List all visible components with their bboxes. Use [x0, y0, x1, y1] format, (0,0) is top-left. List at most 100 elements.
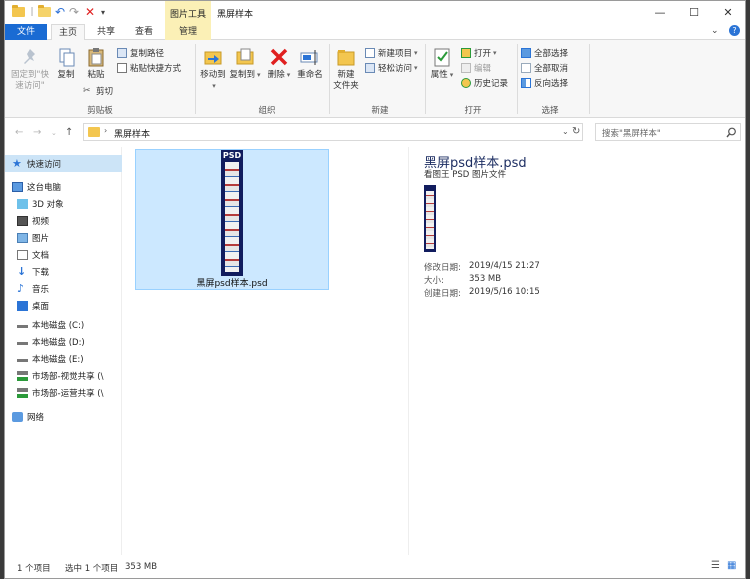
properties-icon	[431, 46, 453, 68]
sidebar-item-label: 下载	[32, 267, 50, 278]
psd-thumb-label: PSD	[222, 151, 242, 160]
large-icons-view-icon[interactable]: ▦	[727, 560, 736, 571]
forward-icon[interactable]: →	[33, 127, 41, 138]
easy-access-label: 轻松访问	[378, 64, 413, 74]
copy-path-button[interactable]: 复制路径	[117, 46, 164, 60]
history-button[interactable]: 历史记录	[461, 76, 508, 90]
sidebar-item-network-share-ops[interactable]: 市场部-运营共享 (\	[5, 384, 122, 401]
new-folder-button[interactable]: 新建 文件夹	[331, 46, 361, 92]
ribbon-separator	[195, 44, 196, 114]
properties-quick-icon[interactable]	[37, 5, 51, 18]
music-icon: ♪	[17, 281, 25, 295]
copy-button[interactable]: 复制	[53, 46, 79, 81]
search-input[interactable]: 搜索"黑屏样本"	[595, 123, 741, 141]
undo-icon[interactable]: ↶	[53, 5, 67, 19]
select-all-icon	[521, 48, 531, 58]
download-icon: ↓	[17, 264, 27, 278]
sidebar-item-music[interactable]: ♪ 音乐	[5, 280, 122, 297]
sidebar-item-downloads[interactable]: ↓ 下载	[5, 263, 122, 280]
sidebar-item-videos[interactable]: 视频	[5, 212, 122, 229]
breadcrumb-separator-icon: ›	[104, 126, 108, 135]
network-drive-icon	[17, 387, 28, 398]
details-view-icon[interactable]: ☰	[711, 560, 720, 571]
select-none-label: 全部取消	[534, 64, 569, 74]
search-icon	[726, 127, 736, 138]
properties-button[interactable]: 属性 ▾	[429, 46, 455, 81]
select-all-button[interactable]: 全部选择	[521, 46, 568, 60]
file-item-selected[interactable]: PSD 黑屏psd样本.psd	[135, 149, 329, 290]
open-button[interactable]: 打开 ▾	[461, 46, 497, 60]
pin-quick-access-button[interactable]: 固定到"快 速访问"	[9, 46, 51, 92]
tab-home[interactable]: 主页	[51, 24, 85, 41]
up-icon[interactable]: ↑	[65, 127, 73, 138]
paste-icon	[85, 46, 107, 68]
copy-path-label: 复制路径	[130, 49, 165, 59]
sidebar-item-network-share-visual[interactable]: 市场部-视觉共享 (\	[5, 367, 122, 384]
ribbon-tabs: 文件 主页 共享 查看 管理 ⌄ ?	[5, 24, 745, 41]
status-bar: 1 个项目 选中 1 个项目 353 MB ☰ ▦	[5, 556, 745, 578]
video-icon	[17, 215, 28, 226]
rename-button[interactable]: 重命名	[295, 46, 325, 81]
cut-button[interactable]: ✂ 剪切	[83, 84, 113, 98]
redo-icon[interactable]: ↷	[67, 5, 81, 19]
move-to-text: 移动到	[200, 70, 226, 80]
tab-share[interactable]: 共享	[89, 24, 123, 40]
sidebar-item-drive-c[interactable]: 本地磁盘 (C:)	[5, 316, 122, 333]
search-placeholder: 搜索"黑屏样本"	[602, 129, 661, 139]
sidebar-item-label: 网络	[27, 412, 45, 423]
tab-manage[interactable]: 管理	[165, 24, 211, 40]
maximize-button[interactable]: ☐	[677, 1, 711, 24]
new-item-button[interactable]: 新建项目 ▾	[365, 46, 418, 60]
breadcrumb[interactable]: 黑屏样本	[114, 127, 150, 140]
edit-button[interactable]: 编辑	[461, 61, 491, 75]
customize-quick-access-icon[interactable]: ▾	[97, 6, 109, 18]
copy-path-icon	[117, 48, 127, 58]
address-bar-row: ← → ⌄ ↑ › 黑屏样本 ⌄ ↻ 搜索"黑屏样本"	[5, 118, 745, 146]
sidebar-item-drive-d[interactable]: 本地磁盘 (D:)	[5, 333, 122, 350]
details-pane: 黑屏psd样本.psd 看图王 PSD 图片文件 修改日期: 2019/4/15…	[408, 147, 745, 555]
sidebar-item-drive-e[interactable]: 本地磁盘 (E:)	[5, 350, 122, 367]
window-title: 黑屏样本	[217, 10, 254, 20]
recent-locations-icon[interactable]: ⌄	[51, 129, 57, 137]
invert-selection-button[interactable]: 反向选择	[521, 76, 568, 90]
minimize-button[interactable]: —	[643, 1, 677, 24]
history-label: 历史记录	[474, 79, 509, 89]
cube-icon	[17, 198, 28, 209]
psd-thumbnail: PSD	[221, 150, 243, 276]
paste-button[interactable]: 粘贴	[83, 46, 109, 81]
cut-label: 剪切	[96, 87, 114, 97]
sidebar-item-this-pc[interactable]: 这台电脑	[5, 178, 122, 195]
sidebar-item-3d-objects[interactable]: 3D 对象	[5, 195, 122, 212]
address-dropdown-icon[interactable]: ⌄	[562, 127, 569, 136]
computer-icon	[12, 181, 23, 192]
tab-file[interactable]: 文件	[5, 24, 47, 40]
expand-ribbon-icon[interactable]: ⌄	[711, 26, 719, 36]
sidebar-item-pictures[interactable]: 图片	[5, 229, 122, 246]
sidebar-item-desktop[interactable]: 桌面	[5, 297, 122, 314]
sidebar-item-label: 视频	[32, 216, 50, 227]
sidebar-item-network[interactable]: 网络	[5, 408, 122, 425]
paste-label: 粘贴	[87, 70, 105, 80]
sidebar-item-quick-access[interactable]: ★ 快速访问	[5, 155, 122, 172]
delete-quick-icon[interactable]: ✕	[83, 5, 97, 19]
tab-view[interactable]: 查看	[127, 24, 161, 40]
copy-to-button[interactable]: 复制到 ▾	[229, 46, 261, 81]
created-value: 2019/5/16 10:15	[469, 287, 540, 297]
select-none-button[interactable]: 全部取消	[521, 61, 568, 75]
modified-label: 修改日期:	[424, 263, 461, 273]
refresh-icon[interactable]: ↻	[572, 126, 580, 137]
move-to-button[interactable]: 移动到▾	[199, 46, 227, 92]
address-bar[interactable]: › 黑屏样本 ⌄ ↻	[83, 123, 583, 141]
sidebar-item-label: 市场部-运营共享 (\	[32, 388, 104, 399]
invert-selection-icon	[521, 78, 531, 88]
delete-text: 删除	[267, 70, 285, 80]
help-icon[interactable]: ?	[729, 25, 740, 36]
back-icon[interactable]: ←	[15, 127, 23, 138]
folder-icon	[88, 127, 100, 137]
size-value: 353 MB	[469, 274, 502, 284]
easy-access-button[interactable]: 轻松访问 ▾	[365, 61, 418, 75]
sidebar-item-documents[interactable]: 文档	[5, 246, 122, 263]
delete-button[interactable]: 删除 ▾	[267, 46, 291, 81]
paste-shortcut-button[interactable]: 粘贴快捷方式	[117, 61, 181, 75]
close-button[interactable]: ✕	[711, 1, 745, 24]
